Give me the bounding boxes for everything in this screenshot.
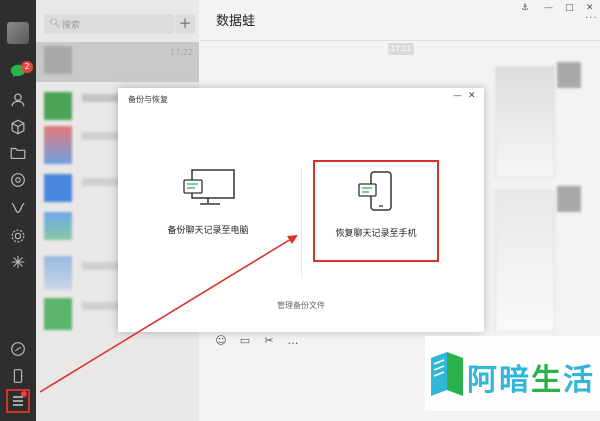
moments-icon[interactable]: [8, 170, 28, 190]
chat-avatar: [44, 256, 72, 290]
header-divider: [199, 40, 600, 41]
svg-text:阿: 阿: [467, 363, 497, 398]
navigation-bar: 2: [0, 0, 36, 421]
restore-to-phone-option[interactable]: 恢复聊天记录至手机: [313, 160, 439, 262]
input-toolbar: ☺︎ ▭ ✂︎ …: [214, 334, 300, 348]
dialog-close-icon[interactable]: ✕: [468, 91, 476, 101]
pin-icon[interactable]: ⚓︎: [521, 3, 529, 13]
message-image[interactable]: [495, 66, 555, 178]
backup-to-pc-option[interactable]: 备份聊天记录至电脑: [148, 168, 268, 248]
message-image[interactable]: [495, 190, 555, 332]
gear-icon[interactable]: [8, 226, 28, 246]
chat-name: [82, 262, 122, 270]
restore-label: 恢复聊天记录至手机: [335, 229, 417, 239]
search-input[interactable]: 🔍︎ 搜索: [44, 14, 174, 34]
mini-program-icon[interactable]: [8, 339, 28, 359]
phone-icon[interactable]: [8, 366, 28, 386]
maximize-icon[interactable]: □: [565, 3, 574, 13]
chat-avatar: [44, 126, 72, 164]
chat-title: 数据蛙: [216, 14, 256, 29]
minimize-icon[interactable]: —: [544, 3, 553, 13]
unread-badge: 2: [21, 61, 33, 73]
backup-restore-dialog: 备份与恢复 — ✕ 备份聊天记录至电脑 恢复聊天记录至手机 管理备份文件: [118, 88, 484, 332]
chat-avatar: [44, 212, 72, 240]
emoji-icon[interactable]: ☺︎: [214, 334, 228, 348]
computer-icon: [182, 168, 238, 212]
folder-icon[interactable]: ▭: [238, 334, 252, 348]
mini-icon[interactable]: [8, 198, 28, 218]
chat-bubble-icon[interactable]: …: [286, 334, 300, 348]
manage-backup-files-link[interactable]: 管理备份文件: [118, 300, 484, 311]
scissors-icon[interactable]: ✂︎: [262, 334, 276, 348]
sender-avatar: [557, 186, 581, 212]
sender-avatar: [557, 62, 581, 88]
dialog-minimize-icon[interactable]: —: [453, 91, 462, 101]
options-divider: [301, 168, 302, 278]
chat-avatar: [44, 174, 72, 202]
box-icon[interactable]: [8, 117, 28, 137]
watermark-logo: 阿 暗 生 活: [425, 336, 600, 411]
spark-icon[interactable]: [8, 252, 28, 272]
chat-avatar: [44, 298, 72, 330]
chat-item-time: 17:22: [170, 48, 194, 57]
dialog-title: 备份与恢复: [128, 95, 168, 104]
smartphone-icon: [357, 170, 397, 220]
svg-text:生: 生: [531, 363, 561, 398]
message-time: 17:21: [388, 43, 414, 55]
avatar[interactable]: [7, 22, 29, 44]
search-icon: 🔍︎: [49, 19, 61, 29]
svg-text:暗: 暗: [499, 363, 529, 398]
folder-icon[interactable]: [8, 143, 28, 163]
search-placeholder: 搜索: [62, 20, 81, 31]
chat-avatar: [44, 46, 72, 74]
plus-icon: +: [178, 14, 192, 32]
menu-notification-dot: [21, 391, 27, 397]
chat-avatar: [44, 92, 72, 120]
close-icon[interactable]: ✕: [586, 3, 594, 13]
add-chat-button[interactable]: +: [175, 14, 195, 34]
contacts-icon[interactable]: [8, 90, 28, 110]
more-options-icon[interactable]: ···: [585, 13, 598, 24]
svg-text:活: 活: [563, 363, 593, 398]
backup-label: 备份聊天记录至电脑: [167, 226, 249, 236]
